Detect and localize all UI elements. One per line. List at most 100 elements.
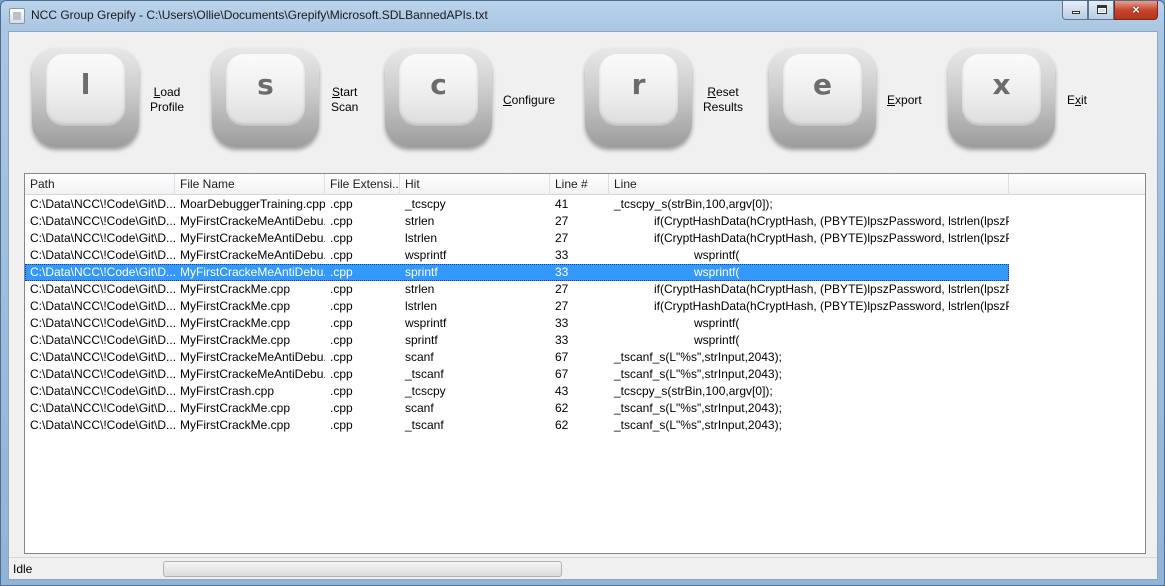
- load-profile-tool[interactable]: l Load Profile: [32, 48, 192, 148]
- status-bar: Idle: [9, 557, 1157, 579]
- reset-results-label-line1: eset: [716, 85, 739, 99]
- export-tool[interactable]: e Export: [769, 48, 939, 148]
- reset-results-key-button[interactable]: r: [585, 48, 692, 147]
- reset-results-label-line2: Results: [703, 100, 744, 114]
- cell-file-name: MyFirstCrackMe.cpp: [180, 282, 291, 296]
- load-profile-label[interactable]: Load Profile: [150, 85, 184, 115]
- configure-key-button[interactable]: c: [385, 48, 492, 147]
- table-row[interactable]: C:\Data\NCC\!Code\Git\D... MyFirstCrackeM…: [25, 264, 1009, 281]
- cell-line: if(CryptHashData(hCryptHash, (PBYTE)lpsz…: [654, 299, 1009, 313]
- start-scan-tool[interactable]: s Start Scan: [212, 48, 372, 148]
- window-controls: ×: [1062, 1, 1158, 20]
- cell-path: C:\Data\NCC\!Code\Git\D...: [30, 282, 175, 296]
- cell-hit: lstrlen: [405, 299, 438, 313]
- cell-line-number: 27: [555, 282, 569, 296]
- start-scan-label[interactable]: Start Scan: [331, 85, 358, 115]
- column-header-path[interactable]: Path: [25, 174, 175, 195]
- cell-line-number: 27: [555, 231, 569, 245]
- start-scan-label-line2: Scan: [331, 100, 359, 114]
- cell-file-extension: .cpp: [330, 248, 353, 262]
- reset-results-tool[interactable]: r Reset Results: [585, 48, 755, 148]
- cell-path: C:\Data\NCC\!Code\Git\D...: [30, 316, 175, 330]
- load-profile-key-button[interactable]: l: [32, 48, 139, 147]
- cell-file-extension: .cpp: [330, 367, 353, 381]
- table-row[interactable]: C:\Data\NCC\!Code\Git\D... MyFirstCrackMe…: [25, 332, 1009, 349]
- cell-file-extension: .cpp: [330, 231, 353, 245]
- maximize-button[interactable]: [1088, 1, 1114, 20]
- table-row[interactable]: C:\Data\NCC\!Code\Git\D... MyFirstCrackMe…: [25, 315, 1009, 332]
- cell-file-extension: .cpp: [330, 384, 353, 398]
- load-profile-label-line2: Profile: [150, 100, 185, 114]
- cell-file-name: MyFirstCrackMe.cpp: [180, 401, 291, 415]
- column-header-file-extension[interactable]: File Extensi...: [325, 174, 400, 195]
- table-row[interactable]: C:\Data\NCC\!Code\Git\D... MyFirstCrackeM…: [25, 349, 1009, 366]
- cell-hit: sprintf: [405, 333, 438, 347]
- cell-hit: strlen: [405, 282, 435, 296]
- cell-file-name: MyFirstCrackeMeAntiDebu...: [180, 214, 325, 228]
- column-header-file-name[interactable]: File Name: [175, 174, 325, 195]
- column-header-hit[interactable]: Hit: [400, 174, 550, 195]
- export-key-button[interactable]: e: [769, 48, 876, 147]
- cell-file-name: MyFirstCrackeMeAntiDebu...: [180, 367, 325, 381]
- cell-path: C:\Data\NCC\!Code\Git\D...: [30, 367, 175, 381]
- key-letter: l: [80, 68, 91, 101]
- table-row[interactable]: C:\Data\NCC\!Code\Git\D... MyFirstCrackeM…: [25, 230, 1009, 247]
- cell-path: C:\Data\NCC\!Code\Git\D...: [30, 299, 175, 313]
- cell-file-extension: .cpp: [330, 333, 353, 347]
- table-row[interactable]: C:\Data\NCC\!Code\Git\D... MyFirstCrash.c…: [25, 383, 1009, 400]
- cell-path: C:\Data\NCC\!Code\Git\D...: [30, 214, 175, 228]
- export-label-text: xport: [895, 93, 922, 107]
- cell-line: _tscanf_s(L"%s",strInput,2043);: [614, 418, 782, 432]
- cell-line-number: 33: [555, 333, 569, 347]
- table-row[interactable]: C:\Data\NCC\!Code\Git\D... MyFirstCrackMe…: [25, 281, 1009, 298]
- exit-label[interactable]: Exit: [1067, 93, 1087, 108]
- cell-hit: lstrlen: [405, 231, 438, 245]
- results-list[interactable]: Path File Name File Extensi... Hit Line …: [24, 173, 1146, 554]
- key-letter: x: [992, 68, 1011, 101]
- cell-line: wsprintf(: [614, 333, 740, 347]
- configure-label[interactable]: Configure: [503, 93, 555, 108]
- app-window: NCC Group Grepify - C:\Users\Ollie\Docum…: [0, 0, 1165, 586]
- export-label[interactable]: Export: [887, 93, 922, 108]
- configure-tool[interactable]: c Configure: [385, 48, 565, 148]
- minimize-button[interactable]: [1062, 1, 1088, 20]
- table-row[interactable]: C:\Data\NCC\!Code\Git\D... MyFirstCrackMe…: [25, 400, 1009, 417]
- cell-file-extension: .cpp: [330, 401, 353, 415]
- cell-file-name: MyFirstCrackMe.cpp: [180, 418, 291, 432]
- key-top: c: [399, 54, 478, 126]
- cell-file-name: MyFirstCrackeMeAntiDebu...: [180, 248, 325, 262]
- cell-file-name: MyFirstCrackeMeAntiDebu...: [180, 350, 325, 364]
- cell-file-extension: .cpp: [330, 418, 353, 432]
- exit-tool[interactable]: x Exit: [948, 48, 1098, 148]
- exit-key-button[interactable]: x: [948, 48, 1055, 147]
- reset-results-label[interactable]: Reset Results: [703, 85, 743, 115]
- cell-path: C:\Data\NCC\!Code\Git\D...: [30, 265, 175, 279]
- progress-bar: [163, 561, 562, 577]
- cell-file-extension: .cpp: [330, 214, 353, 228]
- table-row[interactable]: C:\Data\NCC\!Code\Git\D... MyFirstCrackMe…: [25, 298, 1009, 315]
- key-letter: s: [257, 68, 274, 101]
- minimize-icon: [1072, 11, 1080, 14]
- table-row[interactable]: C:\Data\NCC\!Code\Git\D... MyFirstCrackeM…: [25, 366, 1009, 383]
- column-header-line[interactable]: Line: [609, 174, 1009, 195]
- key-letter: e: [813, 68, 832, 101]
- table-row[interactable]: C:\Data\NCC\!Code\Git\D... MyFirstCrackeM…: [25, 213, 1009, 230]
- configure-mnemonic: C: [503, 93, 512, 107]
- cell-line-number: 27: [555, 299, 569, 313]
- table-row[interactable]: C:\Data\NCC\!Code\Git\D... MoarDebuggerTr…: [25, 196, 1009, 213]
- exit-label-suffix: it: [1081, 93, 1088, 107]
- key-letter: r: [631, 68, 646, 101]
- cell-line: if(CryptHashData(hCryptHash, (PBYTE)lpsz…: [654, 282, 1009, 296]
- cell-hit: scanf: [405, 350, 434, 364]
- close-button[interactable]: ×: [1114, 1, 1158, 20]
- table-row[interactable]: C:\Data\NCC\!Code\Git\D... MyFirstCrackMe…: [25, 417, 1009, 434]
- load-profile-label-line1: oad: [160, 85, 181, 99]
- app-icon[interactable]: [9, 8, 25, 24]
- column-header-line-number[interactable]: Line #: [550, 174, 609, 195]
- cell-file-extension: .cpp: [330, 299, 353, 313]
- export-mnemonic: E: [887, 93, 896, 107]
- close-icon: ×: [1132, 2, 1140, 17]
- start-scan-key-button[interactable]: s: [212, 48, 319, 147]
- title-bar[interactable]: NCC Group Grepify - C:\Users\Ollie\Docum…: [1, 1, 1164, 31]
- table-row[interactable]: C:\Data\NCC\!Code\Git\D... MyFirstCrackeM…: [25, 247, 1009, 264]
